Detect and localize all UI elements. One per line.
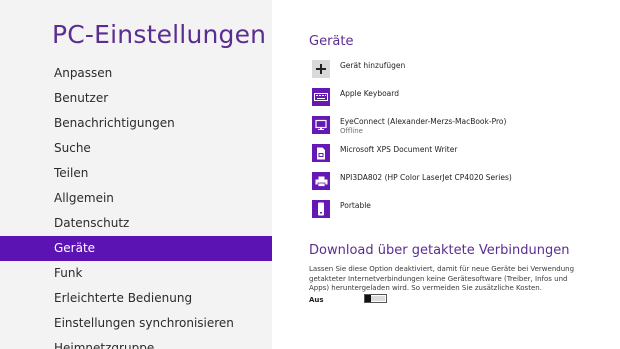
device-item-hp-printer[interactable]: NPI3DA802 (HP Color LaserJet CP4020 Seri… [312,172,512,192]
nav-item-benutzer[interactable]: Benutzer [0,86,272,111]
nav-item-erleichterte-bedienung[interactable]: Erleichterte Bedienung [0,286,272,311]
device-name: EyeConnect (Alexander-Merzs-MacBook-Pro) [340,117,507,126]
nav-item-datenschutz[interactable]: Datenschutz [0,211,272,236]
printer-icon [312,172,330,190]
nav-item-funk[interactable]: Funk [0,261,272,286]
toggle-track [371,296,385,301]
device-item-eyeconnect[interactable]: EyeConnect (Alexander-Merzs-MacBook-Pro)… [312,116,506,136]
device-item-apple-keyboard[interactable]: Apple Keyboard [312,88,399,108]
monitor-icon [312,116,330,134]
devices-section-title: Geräte [309,34,354,49]
metered-section-title: Download über getaktete Verbindungen [309,243,570,258]
nav-item-benachrichtigungen[interactable]: Benachrichtigungen [0,111,272,136]
document-printer-icon [312,144,330,162]
metered-description: Lassen Sie diese Option deaktiviert, dam… [309,265,575,292]
nav-item-allgemein[interactable]: Allgemein [0,186,272,211]
add-device-label: Gerät hinzufügen [340,61,406,70]
nav-item-suche[interactable]: Suche [0,136,272,161]
device-name: NPI3DA802 (HP Color LaserJet CP4020 Seri… [340,173,512,182]
keyboard-icon [312,88,330,106]
portable-drive-icon [312,200,330,218]
devices-panel: Geräte Gerät hinzufügen Apple Keyboard E… [272,0,620,349]
settings-nav: Anpassen Benutzer Benachrichtigungen Suc… [0,61,272,349]
device-status: Offline [340,127,363,135]
plus-icon [312,60,330,78]
nav-item-anpassen[interactable]: Anpassen [0,61,272,86]
add-device-button[interactable]: Gerät hinzufügen [312,60,405,80]
metered-download-toggle[interactable] [364,294,387,303]
nav-item-teilen[interactable]: Teilen [0,161,272,186]
nav-item-geraete[interactable]: Geräte [0,236,272,261]
metered-toggle-state: Aus [309,296,324,304]
app-title: PC-Einstellungen [52,20,267,49]
device-item-portable[interactable]: Portable [312,200,371,220]
nav-item-heimnetzgruppe[interactable]: Heimnetzgruppe [0,336,272,349]
settings-sidebar: PC-Einstellungen Anpassen Benutzer Benac… [0,0,272,349]
device-name: Microsoft XPS Document Writer [340,145,458,154]
nav-item-einstellungen-synchronisieren[interactable]: Einstellungen synchronisieren [0,311,272,336]
device-name: Portable [340,201,371,210]
device-name: Apple Keyboard [340,89,399,98]
device-item-xps-writer[interactable]: Microsoft XPS Document Writer [312,144,457,164]
